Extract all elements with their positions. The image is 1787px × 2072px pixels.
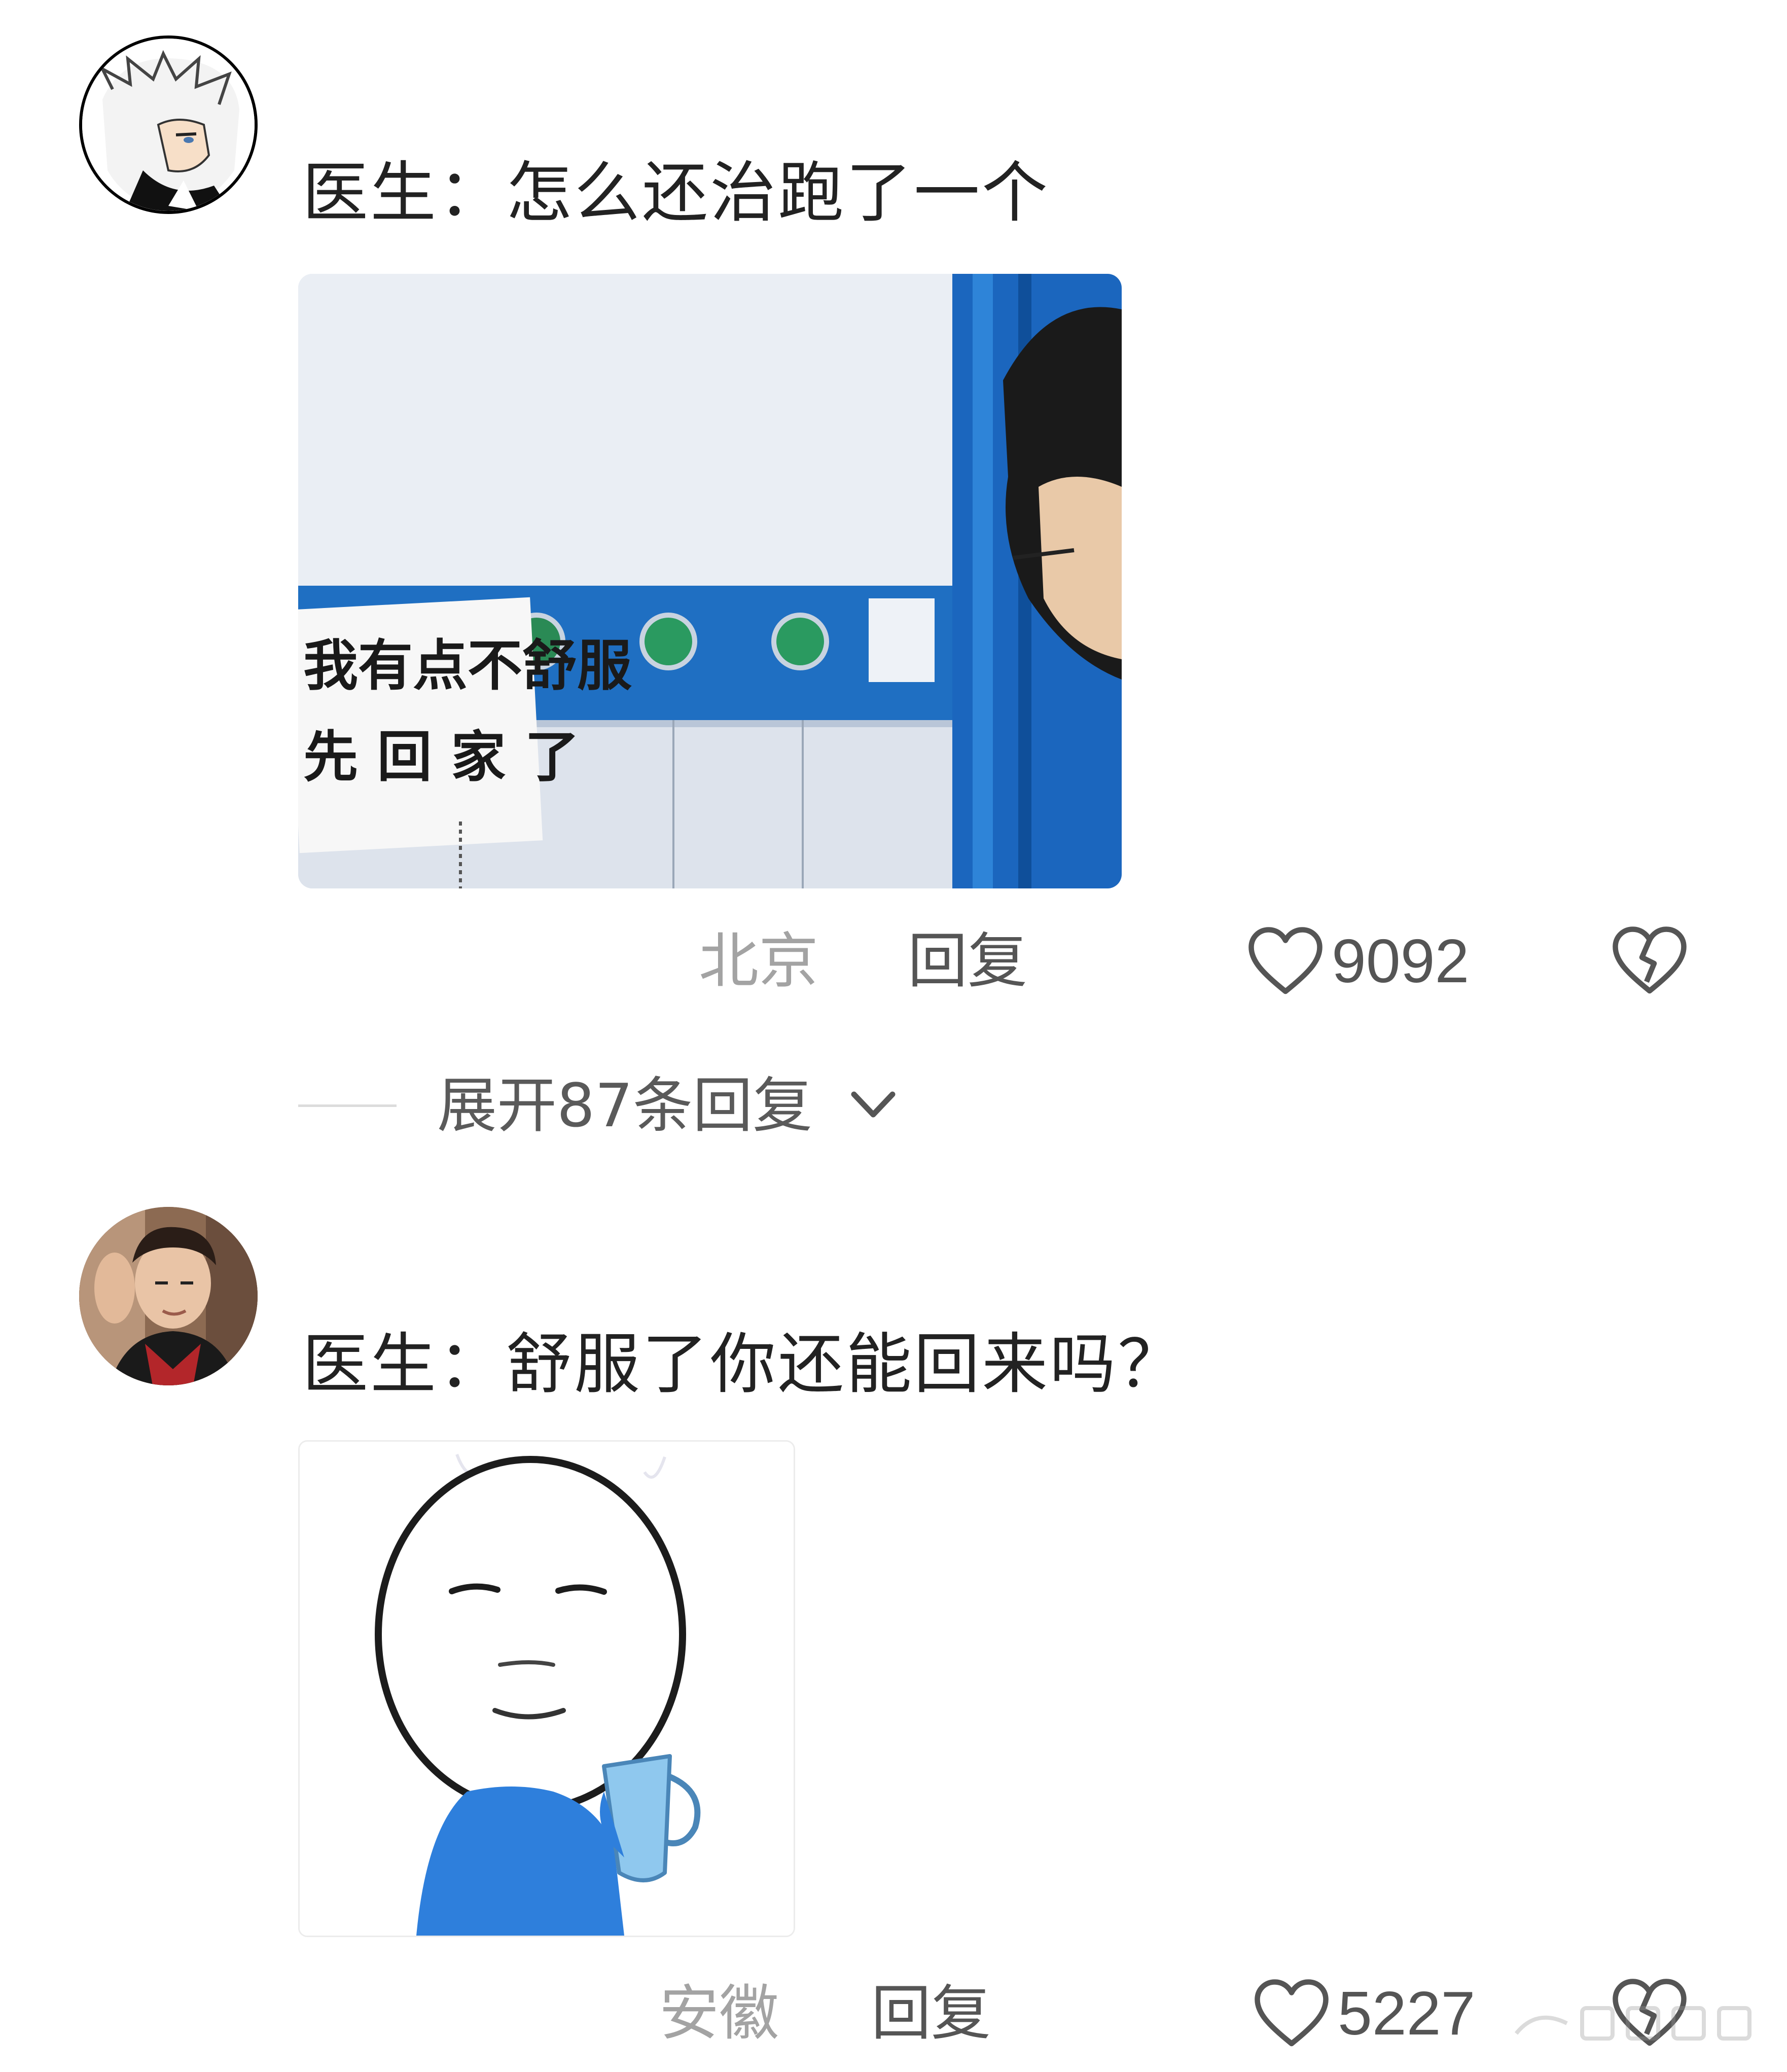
hospital-photo: 我有点不舒服 先 回 家 了: [298, 274, 1122, 888]
user-avatar[interactable]: [79, 1207, 258, 1385]
reply-button[interactable]: 回复: [871, 1973, 991, 2054]
location-label: 安徽: [659, 1978, 779, 2048]
expand-replies[interactable]: 展开87条回复: [0, 1065, 1787, 1146]
reply-button[interactable]: 回复: [908, 920, 1027, 1002]
comment-text: 医生：舒服了你还能回来吗？: [302, 1326, 1186, 1403]
chevron-down-icon[interactable]: [848, 1085, 899, 1126]
like-button[interactable]: 9092: [1247, 920, 1469, 1002]
comment-item: 医生：舒服了你还能回来吗？ 安徽 回复 5227: [0, 1182, 1787, 2072]
comment-image[interactable]: [298, 1440, 795, 1937]
like-count: 9092: [1332, 926, 1470, 995]
meme-drinking-tea: [300, 1442, 794, 1936]
comment-image[interactable]: 我有点不舒服 先 回 家 了: [298, 274, 1122, 888]
anime-avatar-icon: [82, 39, 255, 211]
user-avatar[interactable]: [79, 35, 258, 214]
watermark-logo: [1514, 2006, 1752, 2041]
like-button[interactable]: 5227: [1254, 1973, 1475, 2054]
heart-outline-icon: [1255, 1979, 1329, 2047]
comment-item: 医生：怎么还治跑了一个 我有点不舒服 先 回 家 了 北京 回复 9092 展开…: [0, 0, 1787, 1207]
sign-text-line2: 先 回 家 了: [303, 726, 580, 789]
sign-text-line1: 我有点不舒服: [303, 634, 632, 698]
like-count: 5227: [1338, 1979, 1476, 2048]
location-label: 北京: [699, 926, 819, 996]
heart-outline-icon: [1248, 927, 1323, 994]
expand-replies-label[interactable]: 展开87条回复: [437, 1065, 812, 1146]
divider-line: [298, 1104, 397, 1107]
broken-heart-icon[interactable]: [1612, 922, 1688, 998]
comment-actions: 北京 回复 9092: [0, 920, 1787, 1002]
person-photo-avatar: [79, 1207, 258, 1385]
comment-text: 医生：怎么还治跑了一个: [302, 154, 1050, 231]
